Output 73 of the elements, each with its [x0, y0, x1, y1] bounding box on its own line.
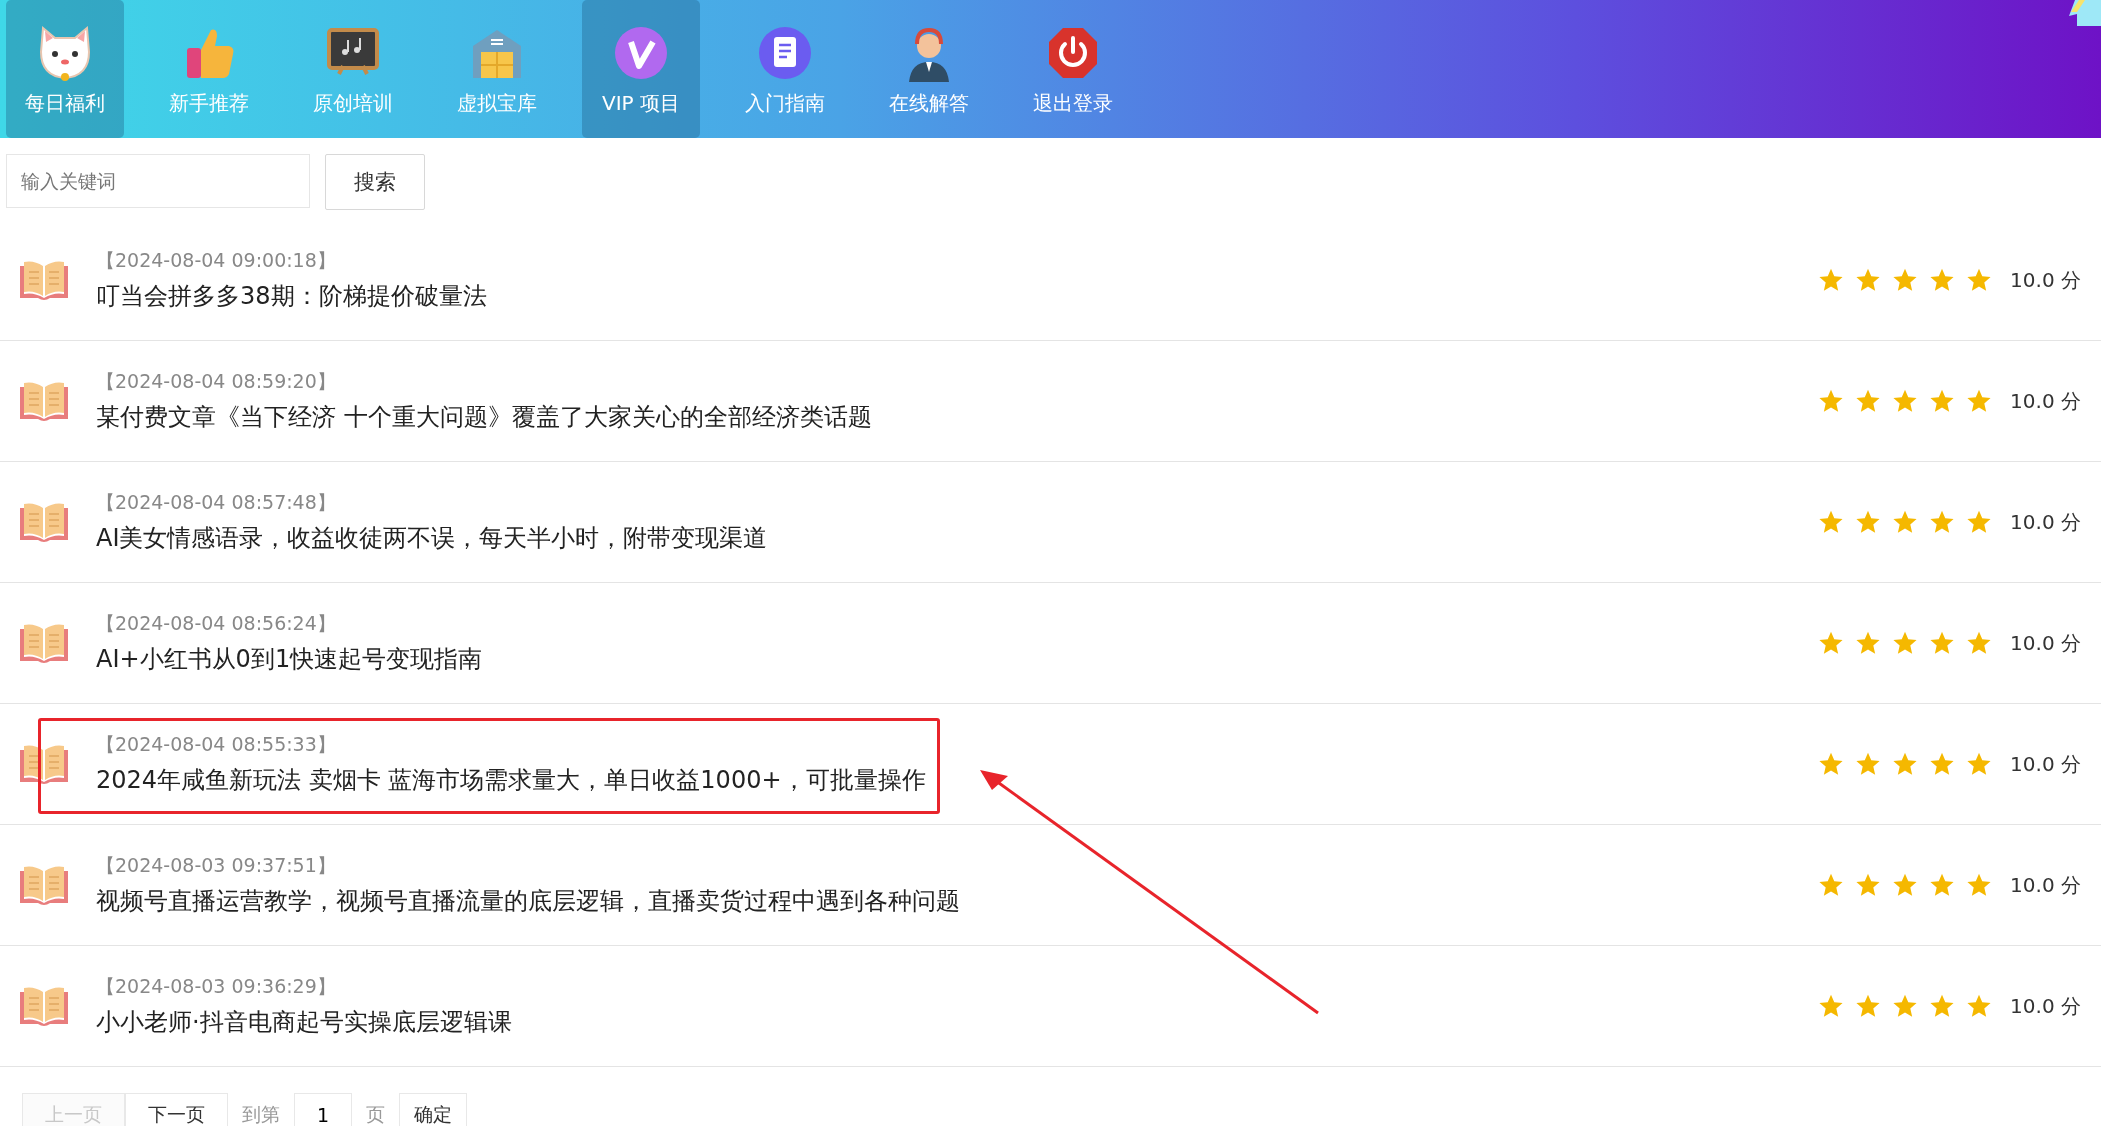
- star-icon: [1818, 267, 1845, 293]
- page-number-field[interactable]: 1: [294, 1093, 352, 1126]
- star-icon: [1818, 993, 1845, 1019]
- open-book-icon: [20, 381, 68, 421]
- star-icon: [1892, 751, 1919, 777]
- star-icon: [1892, 993, 1919, 1019]
- article-date: 【2024-08-04 08:55:33】: [96, 732, 337, 757]
- star-icon: [1892, 630, 1919, 656]
- open-book-icon: [20, 986, 68, 1026]
- star-icon: [1855, 630, 1882, 656]
- star-icon: [1929, 509, 1956, 535]
- star-icon: [1929, 630, 1956, 656]
- article-date: 【2024-08-04 09:00:18】: [96, 248, 337, 273]
- search-button[interactable]: 搜索: [325, 154, 425, 210]
- star-icon: [1855, 267, 1882, 293]
- score-text: 10.0 分: [2010, 871, 2081, 899]
- star-icon: [1818, 872, 1845, 898]
- star-icon: [1892, 509, 1919, 535]
- open-book-icon: [20, 502, 68, 542]
- star-icon: [1855, 872, 1882, 898]
- star-icon: [1929, 267, 1956, 293]
- star-icon: [1929, 388, 1956, 414]
- nav-item[interactable]: 退出登录: [1014, 0, 1132, 138]
- star-icon: [1966, 267, 1993, 293]
- article-date: 【2024-08-04 08:59:20】: [96, 369, 337, 394]
- score-text: 10.0 分: [2010, 387, 2081, 415]
- star-icon: [1966, 509, 1993, 535]
- open-book-icon: [20, 865, 68, 905]
- star-icon: [1892, 388, 1919, 414]
- score-text: 10.0 分: [2010, 629, 2081, 657]
- nav-item[interactable]: VIP 项目: [582, 0, 700, 138]
- star-icon: [1818, 509, 1845, 535]
- article-title[interactable]: 小小老师·抖音电商起号实操底层逻辑课: [96, 1006, 512, 1038]
- article-date: 【2024-08-04 08:57:48】: [96, 490, 337, 515]
- star-icon: [1966, 388, 1993, 414]
- star-icon: [1818, 388, 1845, 414]
- star-icon: [1892, 267, 1919, 293]
- article-title[interactable]: AI+小红书从0到1快速起号变现指南: [96, 643, 483, 675]
- star-icon: [1855, 751, 1882, 777]
- score-text: 10.0 分: [2010, 750, 2081, 778]
- open-book-icon: [20, 260, 68, 300]
- confirm-button[interactable]: 确定: [399, 1093, 467, 1126]
- open-book-icon: [20, 744, 68, 784]
- star-icon: [1929, 993, 1956, 1019]
- star-icon: [1929, 872, 1956, 898]
- score-text: 10.0 分: [2010, 266, 2081, 294]
- goto-label: 到第: [242, 1102, 280, 1126]
- star-icon: [1818, 751, 1845, 777]
- article-title[interactable]: 叮当会拼多多38期：阶梯提价破量法: [96, 280, 487, 312]
- star-icon: [1966, 872, 1993, 898]
- article-date: 【2024-08-04 08:56:24】: [96, 611, 337, 636]
- star-icon: [1966, 993, 1993, 1019]
- article-date: 【2024-08-03 09:36:29】: [96, 974, 337, 999]
- search-field[interactable]: 输入关键词: [6, 154, 310, 208]
- next-page-button[interactable]: 下一页: [125, 1093, 228, 1126]
- rainbow-corner-icon: [2069, 0, 2101, 26]
- star-icon: [1966, 751, 1993, 777]
- star-icon: [1855, 993, 1882, 1019]
- article-date: 【2024-08-03 09:37:51】: [96, 853, 337, 878]
- star-icon: [1892, 872, 1919, 898]
- star-icon: [1855, 388, 1882, 414]
- score-text: 10.0 分: [2010, 992, 2081, 1020]
- article-title[interactable]: AI美女情感语录，收益收徒两不误，每天半小时，附带变现渠道: [96, 522, 768, 554]
- page-suffix-label: 页: [366, 1102, 385, 1126]
- star-icon: [1929, 751, 1956, 777]
- score-text: 10.0 分: [2010, 508, 2081, 536]
- star-icon: [1855, 509, 1882, 535]
- article-title[interactable]: 某付费文章《当下经济 十个重大问题》覆盖了大家关心的全部经济类话题: [96, 401, 872, 433]
- star-icon: [1966, 630, 1993, 656]
- star-icon: [1818, 630, 1845, 656]
- article-title[interactable]: 2024年咸鱼新玩法 卖烟卡 蓝海市场需求量大，单日收益1000+，可批量操作: [96, 764, 926, 796]
- open-book-icon: [20, 623, 68, 663]
- article-title[interactable]: 视频号直播运营教学，视频号直播流量的底层逻辑，直播卖货过程中遇到各种问题: [96, 885, 960, 917]
